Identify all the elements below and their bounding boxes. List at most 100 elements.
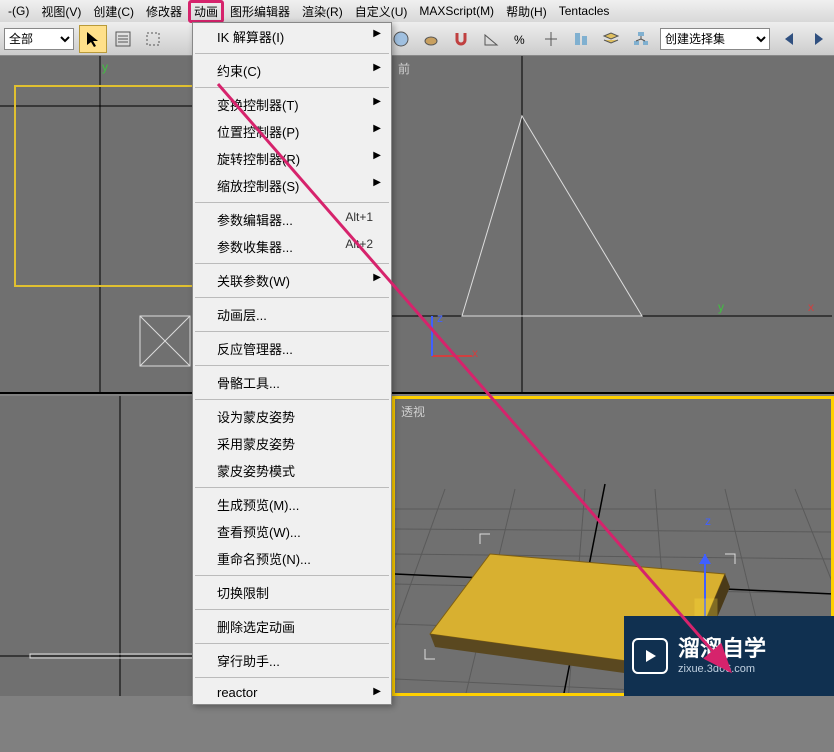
viewport-label-front: 前	[398, 60, 410, 77]
axis-y-label: y	[102, 60, 108, 74]
animation-menu-dropdown: IK 解算器(I)▶ 约束(C)▶ 变换控制器(T)▶ 位置控制器(P)▶ 旋转…	[192, 22, 392, 705]
menu-parameter-collector[interactable]: 参数收集器...Alt+2	[193, 233, 391, 260]
submenu-arrow-icon: ▶	[373, 150, 381, 161]
angle-snap-button[interactable]	[477, 25, 505, 53]
layers-button[interactable]	[597, 25, 625, 53]
viewport-front-content	[392, 56, 834, 392]
render-setup-button[interactable]	[417, 25, 445, 53]
menu-set-skin-pose[interactable]: 设为蒙皮姿势	[193, 403, 391, 430]
menu-separator	[195, 202, 389, 203]
region-select-button[interactable]	[139, 25, 167, 53]
menu-position-controllers[interactable]: 位置控制器(P)▶	[193, 118, 391, 145]
axis-x-label: x	[472, 346, 478, 360]
menu-separator	[195, 365, 389, 366]
menu-separator	[195, 487, 389, 488]
menu-rename-preview[interactable]: 重命名预览(N)...	[193, 545, 391, 572]
menu-bar: -(G) 视图(V) 创建(C) 修改器 动画 图形编辑器 渲染(R) 自定义(…	[0, 0, 834, 22]
menu-ik-solvers[interactable]: IK 解算器(I)▶	[193, 23, 391, 50]
submenu-arrow-icon: ▶	[373, 28, 381, 39]
menu-view-preview[interactable]: 查看预览(W)...	[193, 518, 391, 545]
play-icon	[632, 638, 668, 674]
menu-constraints[interactable]: 约束(C)▶	[193, 57, 391, 84]
menu-wire-parameters[interactable]: 关联参数(W)▶	[193, 267, 391, 294]
menu-help[interactable]: 帮助(H)	[500, 1, 553, 22]
menu-walkthrough-assistant[interactable]: 穿行助手...	[193, 647, 391, 674]
submenu-arrow-icon: ▶	[373, 62, 381, 73]
menu-separator	[195, 297, 389, 298]
next-icon	[810, 30, 828, 48]
selection-filter-select[interactable]: 全部	[4, 28, 74, 50]
axis-z-label: z	[437, 311, 443, 325]
menu-animation[interactable]: 动画	[188, 0, 224, 23]
named-selection-set-select[interactable]: 创建选择集	[660, 28, 770, 50]
menu-parameter-editor[interactable]: 参数编辑器...Alt+1	[193, 206, 391, 233]
layers-icon	[602, 30, 620, 48]
menu-make-preview[interactable]: 生成预览(M)...	[193, 491, 391, 518]
mirror-button[interactable]	[537, 25, 565, 53]
submenu-arrow-icon: ▶	[373, 272, 381, 283]
menu-separator	[195, 53, 389, 54]
menu-separator	[195, 643, 389, 644]
region-icon	[144, 30, 162, 48]
menu-reactor[interactable]: reactor▶	[193, 681, 391, 704]
align-icon	[572, 30, 590, 48]
submenu-arrow-icon: ▶	[373, 686, 381, 697]
menu-animation-layers[interactable]: 动画层...	[193, 301, 391, 328]
menu-customize[interactable]: 自定义(U)	[349, 1, 414, 22]
menu-rotation-controllers[interactable]: 旋转控制器(R)▶	[193, 145, 391, 172]
align-button[interactable]	[567, 25, 595, 53]
viewport-front[interactable]: 前 y x z x	[392, 56, 834, 394]
angle-icon	[482, 30, 500, 48]
cursor-icon	[84, 30, 102, 48]
menu-bone-tools[interactable]: 骨骼工具...	[193, 369, 391, 396]
menu-transform-controllers[interactable]: 变换控制器(T)▶	[193, 91, 391, 118]
watermark-badge: 溜溜自学 zixue.3d66.com	[624, 616, 834, 696]
menu-rendering[interactable]: 渲染(R)	[296, 1, 349, 22]
menu-modifiers[interactable]: 修改器	[140, 1, 188, 22]
select-cursor-button[interactable]	[79, 25, 107, 53]
percent-icon: %	[512, 30, 530, 48]
menu-reaction-manager[interactable]: 反应管理器...	[193, 335, 391, 362]
select-by-name-button[interactable]	[109, 25, 137, 53]
menu-scale-controllers[interactable]: 缩放控制器(S)▶	[193, 172, 391, 199]
main-toolbar: 全部 % 创建选择集	[0, 22, 834, 56]
menu-tentacles[interactable]: Tentacles	[553, 2, 616, 20]
graph-icon	[632, 30, 650, 48]
watermark-title: 溜溜自学	[678, 638, 766, 660]
teapot-icon	[422, 30, 440, 48]
sphere-icon	[392, 30, 410, 48]
menu-separator	[195, 677, 389, 678]
menu-skin-pose-mode[interactable]: 蒙皮姿势模式	[193, 457, 391, 484]
menu-create[interactable]: 创建(C)	[87, 1, 140, 22]
watermark-url: zixue.3d66.com	[678, 663, 766, 675]
menu-separator	[195, 575, 389, 576]
menu-delete-selected-animation[interactable]: 删除选定动画	[193, 613, 391, 640]
menu-toggle-limits[interactable]: 切换限制	[193, 579, 391, 606]
menu-separator	[195, 331, 389, 332]
prev-icon	[780, 30, 798, 48]
schematic-button[interactable]	[627, 25, 655, 53]
submenu-arrow-icon: ▶	[373, 96, 381, 107]
menu-graph-editors[interactable]: 图形编辑器	[224, 1, 296, 22]
magnet-icon	[452, 30, 470, 48]
axis-z-label: z	[705, 514, 711, 528]
svg-text:%: %	[514, 33, 525, 47]
next-key-button[interactable]	[805, 25, 833, 53]
list-icon	[114, 30, 132, 48]
submenu-arrow-icon: ▶	[373, 177, 381, 188]
menu-separator	[195, 87, 389, 88]
snap-toggle-button[interactable]	[447, 25, 475, 53]
percent-snap-button[interactable]: %	[507, 25, 535, 53]
axis-x-label: x	[808, 300, 814, 314]
viewports-container: y 前 y x z x y 透视	[0, 56, 834, 696]
prev-key-button[interactable]	[775, 25, 803, 53]
menu-g[interactable]: -(G)	[2, 2, 35, 20]
menu-maxscript[interactable]: MAXScript(M)	[413, 2, 500, 20]
axis-y-label: y	[718, 300, 724, 314]
menu-view[interactable]: 视图(V)	[35, 1, 87, 22]
menu-separator	[195, 399, 389, 400]
menu-assume-skin-pose[interactable]: 采用蒙皮姿势	[193, 430, 391, 457]
menu-separator	[195, 263, 389, 264]
submenu-arrow-icon: ▶	[373, 123, 381, 134]
mirror-icon	[542, 30, 560, 48]
